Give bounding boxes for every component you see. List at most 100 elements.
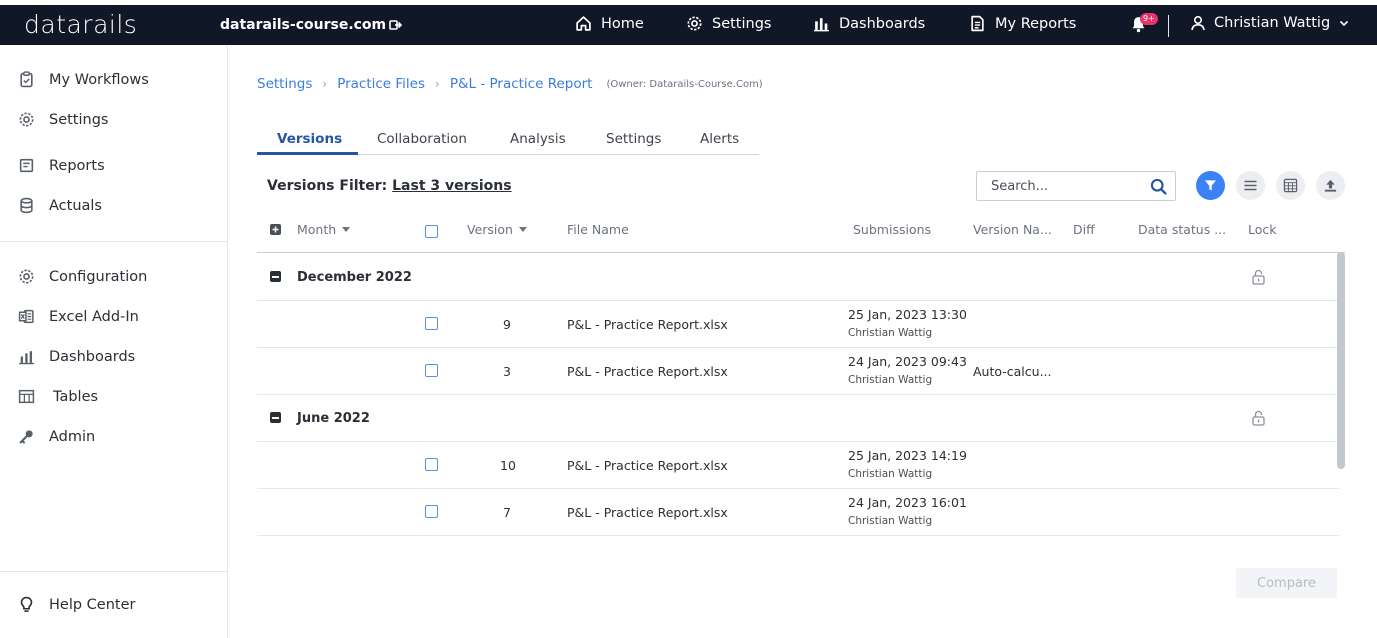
list-view-button[interactable] — [1236, 171, 1265, 200]
breadcrumb-practice-files[interactable]: Practice Files — [337, 76, 425, 92]
column-month[interactable]: Month — [297, 222, 351, 237]
column-version-name[interactable]: Version Na... — [973, 222, 1052, 237]
group-month-label: June 2022 — [297, 411, 370, 426]
domain-link[interactable]: datarails-course.com — [220, 17, 403, 33]
versions-filter-value[interactable]: Last 3 versions — [392, 178, 511, 194]
key-icon — [19, 430, 33, 444]
search-box — [976, 171, 1176, 201]
nav-home[interactable]: Home — [575, 15, 644, 32]
lightbulb-icon — [20, 596, 33, 612]
row-checkbox[interactable] — [425, 458, 438, 471]
user-icon — [1191, 15, 1205, 31]
database-icon — [20, 197, 33, 214]
table-scrollbar[interactable] — [1337, 252, 1345, 469]
column-submissions[interactable]: Submissions — [853, 222, 931, 237]
column-data-status[interactable]: Data status ... — [1138, 222, 1226, 237]
nav-my-reports[interactable]: My Reports — [969, 15, 1076, 32]
sidebar-item-help-center[interactable]: Help Center — [18, 596, 135, 613]
nav-dashboards-label: Dashboards — [839, 15, 926, 32]
sidebar-item-dashboards[interactable]: Dashboards — [18, 348, 135, 365]
tab-versions[interactable]: Versions — [277, 131, 342, 147]
filter-button[interactable] — [1196, 171, 1225, 200]
list-icon — [1244, 180, 1257, 191]
table-row[interactable]: 9 P&L - Practice Report.xlsx 25 Jan, 202… — [257, 301, 1339, 348]
document-icon — [971, 15, 984, 32]
table-icon — [18, 389, 35, 404]
tab-collaboration[interactable]: Collaboration — [377, 131, 467, 147]
file-name[interactable]: P&L - Practice Report.xlsx — [567, 317, 728, 332]
column-lock[interactable]: Lock — [1248, 222, 1277, 237]
select-all-checkbox[interactable] — [425, 225, 438, 238]
sidebar-item-label: Dashboards — [49, 348, 136, 365]
sidebar-item-admin[interactable]: Admin — [18, 428, 95, 445]
table-row[interactable]: 10 P&L - Practice Report.xlsx 25 Jan, 20… — [257, 442, 1339, 489]
search-input[interactable] — [977, 172, 1137, 200]
home-icon — [576, 16, 591, 31]
tab-analysis[interactable]: Analysis — [510, 131, 566, 147]
group-row-december-2022[interactable]: December 2022 — [257, 254, 1339, 301]
sidebar-item-tables[interactable]: Tables — [18, 388, 98, 405]
sidebar-item-my-workflows[interactable]: My Workflows — [18, 71, 149, 88]
version-number: 9 — [503, 317, 511, 332]
filter-icon — [1204, 180, 1217, 191]
datarails-logo[interactable]: datarails — [24, 10, 137, 39]
sidebar-item-actuals[interactable]: Actuals — [18, 197, 102, 214]
submission-date: 24 Jan, 2023 09:43 — [848, 354, 967, 369]
notification-badge: 9+ — [1140, 13, 1158, 25]
sidebar: My Workflows Settings Reports Actuals Co… — [0, 45, 228, 638]
file-name[interactable]: P&L - Practice Report.xlsx — [567, 458, 728, 473]
tab-alerts[interactable]: Alerts — [700, 131, 739, 147]
export-button[interactable] — [1316, 171, 1345, 200]
column-file-name[interactable]: File Name — [567, 222, 629, 237]
lock-icon[interactable] — [1252, 269, 1265, 285]
search-icon[interactable] — [1150, 178, 1167, 195]
nav-dashboards[interactable]: Dashboards — [813, 15, 925, 32]
column-version-label: Version — [467, 222, 513, 237]
table-row[interactable]: 3 P&L - Practice Report.xlsx 24 Jan, 202… — [257, 348, 1339, 395]
expand-all-icon[interactable] — [270, 224, 281, 235]
column-diff[interactable]: Diff — [1073, 222, 1095, 237]
submission-user: Christian Wattig — [848, 515, 933, 527]
nav-settings[interactable]: Settings — [686, 15, 771, 32]
caret-down-icon — [342, 226, 351, 232]
version-number: 7 — [503, 505, 511, 520]
calculator-icon — [1283, 178, 1298, 193]
sidebar-item-label: Actuals — [49, 197, 102, 214]
submission-date: 24 Jan, 2023 16:01 — [848, 495, 967, 510]
sidebar-item-reports[interactable]: Reports — [18, 157, 105, 174]
chevron-down-icon — [1340, 20, 1349, 27]
group-row-june-2022[interactable]: June 2022 — [257, 395, 1339, 442]
gear-icon — [19, 269, 34, 284]
sidebar-item-configuration[interactable]: Configuration — [18, 268, 147, 285]
file-name[interactable]: P&L - Practice Report.xlsx — [567, 364, 728, 379]
sidebar-item-settings[interactable]: Settings — [18, 111, 108, 128]
breadcrumb-settings[interactable]: Settings — [257, 76, 312, 92]
nav-my-reports-label: My Reports — [995, 15, 1077, 32]
compare-button[interactable]: Compare — [1236, 568, 1337, 598]
lock-icon[interactable] — [1252, 410, 1265, 426]
sidebar-item-excel-add-in[interactable]: Excel Add-In — [18, 308, 139, 325]
collapse-icon[interactable] — [270, 412, 281, 423]
file-name[interactable]: P&L - Practice Report.xlsx — [567, 505, 728, 520]
table-row[interactable]: 7 P&L - Practice Report.xlsx 24 Jan, 202… — [257, 489, 1339, 536]
domain-label: datarails-course.com — [220, 17, 387, 33]
tab-settings[interactable]: Settings — [606, 131, 661, 147]
active-tab-indicator — [257, 152, 358, 155]
submission-user: Christian Wattig — [848, 374, 933, 386]
breadcrumb-report[interactable]: P&L - Practice Report — [450, 76, 593, 92]
nav-settings-label: Settings — [712, 15, 772, 32]
submission-date: 25 Jan, 2023 13:30 — [848, 307, 967, 322]
version-number: 3 — [503, 364, 511, 379]
clipboard-icon — [20, 71, 33, 88]
collapse-icon[interactable] — [270, 271, 281, 282]
sidebar-item-label: Excel Add-In — [49, 308, 139, 325]
sidebar-item-label: Reports — [49, 157, 105, 174]
calculator-button[interactable] — [1276, 171, 1305, 200]
row-checkbox[interactable] — [425, 505, 438, 518]
owner-label: (Owner: Datarails-Course.Com) — [606, 78, 763, 90]
bar-chart-icon — [19, 351, 34, 365]
row-checkbox[interactable] — [425, 317, 438, 330]
row-checkbox[interactable] — [425, 364, 438, 377]
user-menu[interactable]: Christian Wattig — [1190, 15, 1350, 31]
column-version[interactable]: Version — [467, 222, 527, 237]
